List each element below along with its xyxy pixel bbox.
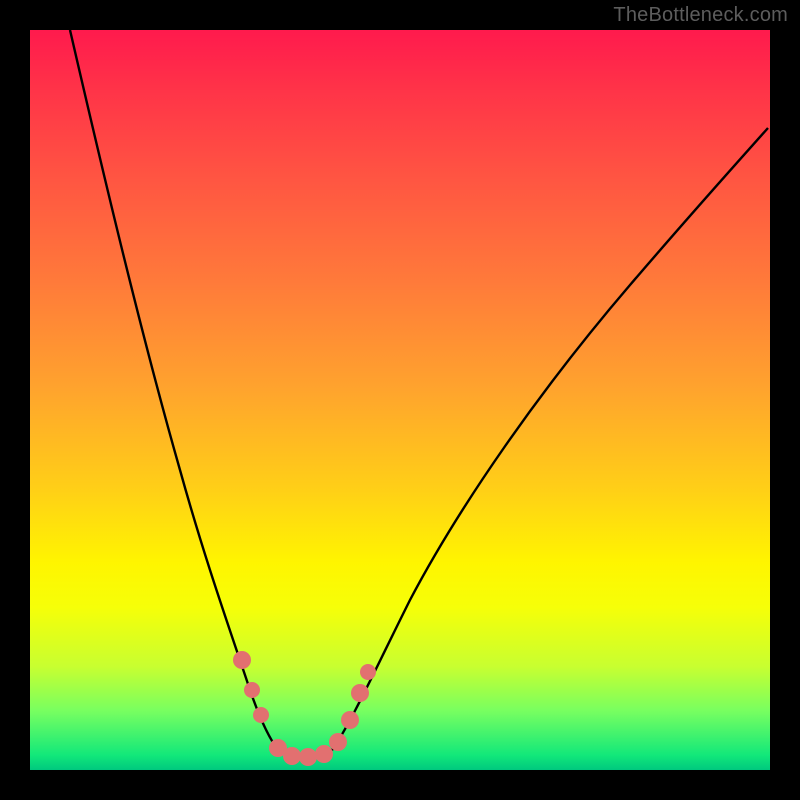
marker-dot <box>341 711 359 729</box>
chart-frame: TheBottleneck.com <box>0 0 800 800</box>
right-curve <box>332 128 768 750</box>
left-curve <box>70 30 278 750</box>
marker-dot <box>244 682 260 698</box>
marker-group <box>233 651 376 766</box>
marker-dot <box>351 684 369 702</box>
marker-dot <box>360 664 376 680</box>
plot-area <box>30 30 770 770</box>
marker-dot <box>233 651 251 669</box>
watermark-text: TheBottleneck.com <box>613 4 788 27</box>
marker-dot <box>299 748 317 766</box>
marker-dot <box>329 733 347 751</box>
marker-dot <box>315 745 333 763</box>
marker-dot <box>283 747 301 765</box>
marker-dot <box>253 707 269 723</box>
curve-layer <box>30 30 770 770</box>
